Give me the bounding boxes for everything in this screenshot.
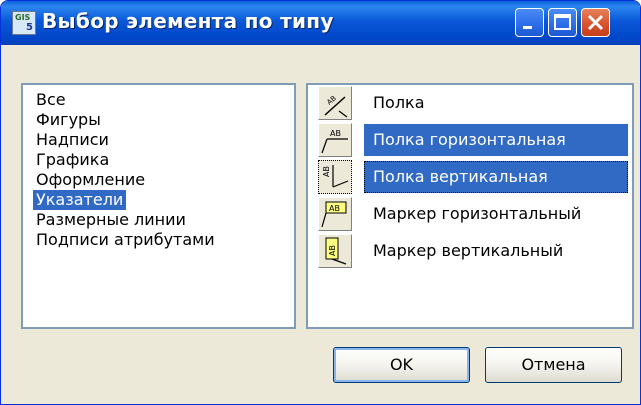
app-icon-text: GIS: [15, 13, 31, 22]
category-item-pointers[interactable]: Указатели: [33, 190, 127, 210]
category-item-figures[interactable]: Фигуры: [33, 110, 104, 130]
marker-horizontal-icon: AB: [318, 197, 352, 231]
minimize-button[interactable]: [515, 8, 544, 37]
dialog-window: GIS 5 Выбор элемента по типу Все Фигуры …: [0, 0, 641, 405]
category-list[interactable]: Все Фигуры Надписи Графика Оформление Ук…: [21, 83, 296, 329]
maximize-button[interactable]: [548, 8, 577, 37]
leader-shelf-horizontal-icon: AB: [318, 123, 352, 157]
element-type-list[interactable]: AB Полка AB Полка горизонтальная AB Полк…: [306, 83, 634, 329]
title-bar[interactable]: GIS 5 Выбор элемента по типу: [1, 1, 640, 45]
window-title: Выбор элемента по типу: [42, 9, 334, 33]
svg-text:AB: AB: [329, 204, 340, 213]
list-item-label: Полка: [373, 93, 425, 112]
app-icon-number: 5: [26, 22, 33, 33]
svg-text:AB: AB: [328, 245, 337, 256]
list-item-shelf[interactable]: AB Полка: [314, 85, 632, 121]
leader-shelf-vertical-icon: AB: [318, 160, 352, 194]
list-item-marker-vertical[interactable]: AB Маркер вертикальный: [314, 233, 632, 269]
app-gis-icon: GIS 5: [12, 11, 36, 35]
cancel-button[interactable]: Отмена: [485, 347, 622, 383]
close-button[interactable]: [581, 8, 610, 37]
close-icon: [587, 14, 604, 31]
list-item-shelf-horizontal[interactable]: AB Полка горизонтальная: [314, 122, 632, 158]
svg-text:AB: AB: [330, 129, 341, 138]
category-item-labels[interactable]: Надписи: [33, 130, 112, 150]
marker-vertical-icon: AB: [318, 234, 352, 268]
leader-shelf-icon: AB: [318, 86, 352, 120]
category-item-dimension-lines[interactable]: Размерные линии: [33, 210, 189, 230]
list-item-label: Маркер горизонтальный: [373, 204, 582, 223]
maximize-icon: [554, 14, 571, 30]
ok-button[interactable]: OK: [333, 347, 470, 383]
list-item-marker-horizontal[interactable]: AB Маркер горизонтальный: [314, 196, 632, 232]
svg-text:AB: AB: [322, 166, 331, 177]
category-item-graphics[interactable]: Графика: [33, 150, 112, 170]
list-item-label: Маркер вертикальный: [373, 241, 564, 260]
list-item-label: Полка вертикальная: [364, 161, 628, 193]
category-item-all[interactable]: Все: [33, 90, 69, 110]
category-item-attribute-labels[interactable]: Подписи атрибутами: [33, 230, 218, 250]
list-item-shelf-vertical[interactable]: AB Полка вертикальная: [314, 159, 632, 195]
category-item-decoration[interactable]: Оформление: [33, 170, 148, 190]
minimize-icon: [523, 26, 532, 29]
list-item-label: Полка горизонтальная: [364, 124, 628, 156]
